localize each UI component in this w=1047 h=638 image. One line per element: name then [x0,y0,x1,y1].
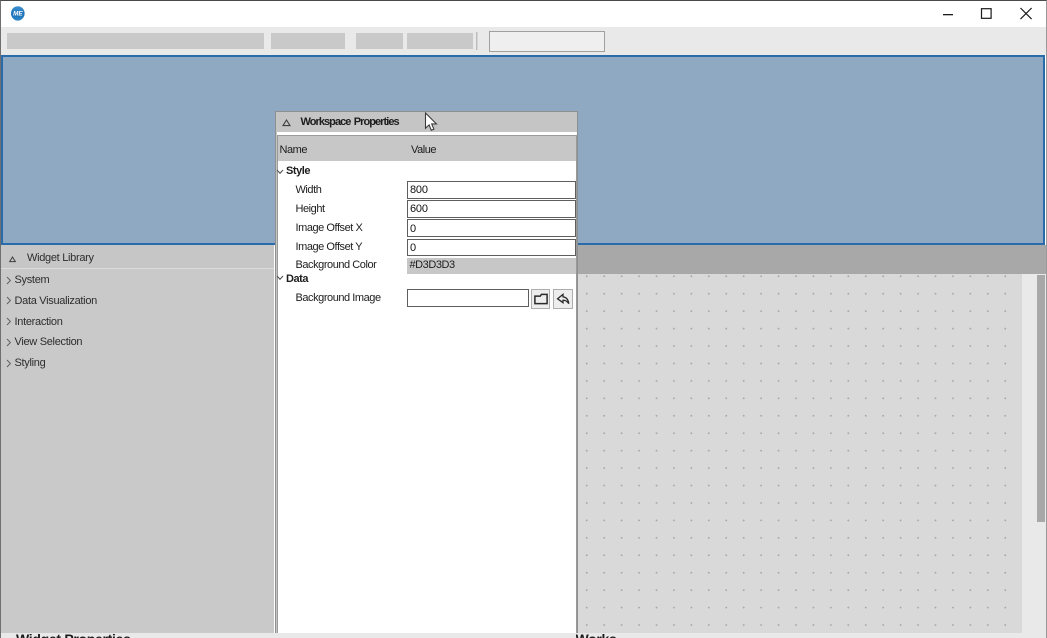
svg-text:ME: ME [13,11,23,18]
